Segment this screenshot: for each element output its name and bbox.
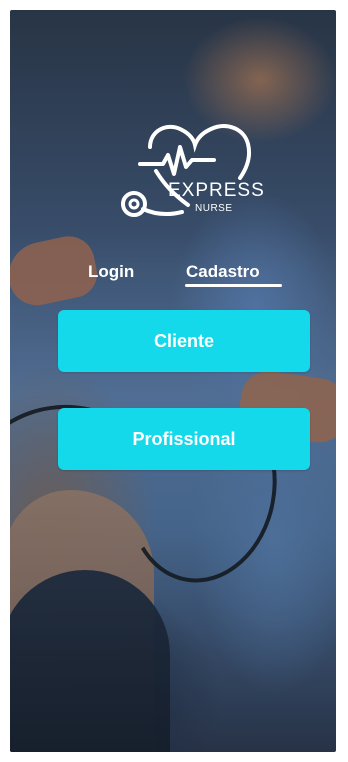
tab-login[interactable]: Login xyxy=(88,262,134,282)
brand-subtitle: NURSE xyxy=(195,203,233,214)
signup-screen: EXPRESS NURSE Login Cadastro Cliente Pro… xyxy=(0,0,348,762)
client-button[interactable]: Cliente xyxy=(58,310,310,372)
professional-button[interactable]: Profissional xyxy=(58,408,310,470)
active-tab-underline xyxy=(185,284,282,287)
brand-title: EXPRESS xyxy=(168,180,265,201)
tab-cadastro[interactable]: Cadastro xyxy=(186,262,260,282)
stethoscope-heart-icon xyxy=(121,124,251,217)
